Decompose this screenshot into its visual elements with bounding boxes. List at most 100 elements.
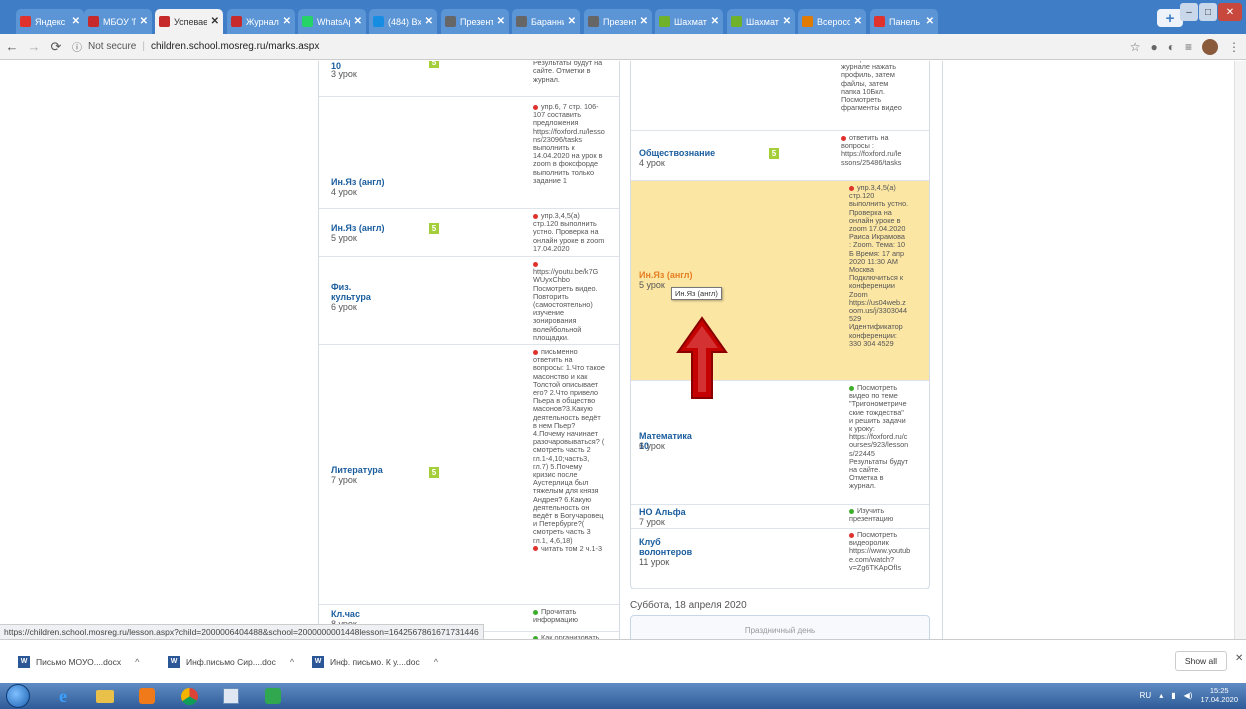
chevron-up-icon[interactable]: ^ <box>290 657 294 667</box>
close-window-button[interactable]: ✕ <box>1218 3 1242 21</box>
chevron-up-icon[interactable]: ^ <box>135 657 139 667</box>
reload-icon[interactable]: ⟳ <box>46 39 66 55</box>
back-icon[interactable]: ← <box>2 39 22 54</box>
homework-text[interactable]: электронном журнале нажать профиль, зате… <box>841 61 903 127</box>
chrome-icon[interactable] <box>172 685 206 707</box>
close-tab-icon[interactable]: ✕ <box>711 16 719 27</box>
ie-icon[interactable]: e <box>46 685 80 707</box>
homework-text[interactable]: письменно ответить на вопросы: 1.Что так… <box>533 348 605 604</box>
lesson-row[interactable]: Математика 103 урок5Фоксфорде. Результат… <box>319 61 619 97</box>
homework-text[interactable]: Посмотреть видео по теме "Тригонометриче… <box>849 384 909 504</box>
forward-icon[interactable]: → <box>24 39 44 54</box>
subject-link[interactable]: Литература <box>331 465 391 475</box>
homework-text[interactable]: https://youtu.be/k7GWUyxChbo Посмотреть … <box>533 260 605 344</box>
lesson-row[interactable]: Ин.Яз (англ) 5 урок 5 упр.3,4,5(a) стр.120 … <box>319 209 619 257</box>
browser-tab[interactable]: Яндекс ✕ <box>16 9 84 34</box>
download-item[interactable]: W Письмо МОУО....docx ^ <box>18 652 139 672</box>
close-tab-icon[interactable]: ✕ <box>568 16 576 27</box>
homework-text[interactable]: Изучить презентацию <box>849 507 919 529</box>
browser-tab[interactable]: WhatsApp ✕ <box>298 9 366 34</box>
close-icon[interactable]: ✕ <box>1235 653 1243 664</box>
browser-tab[interactable]: МБОУ 'Гимн ✕ <box>84 9 152 34</box>
lesson-row[interactable]: Физ. культура 6 урок https://youtu.be/k7GW… <box>319 257 619 345</box>
browser-tab[interactable]: Презентаци ✕ <box>441 9 509 34</box>
folder-icon[interactable] <box>88 685 122 707</box>
media-player-icon[interactable] <box>130 685 164 707</box>
subject-link[interactable]: Клуб волонтеров <box>639 537 699 557</box>
subject-link[interactable]: Обществознание <box>639 148 715 158</box>
lesson-row[interactable]: Литература 7 урок 5 письменно ответить на в… <box>319 345 619 605</box>
homework-text[interactable]: Фоксфорде. Результаты будут на сайте. От… <box>533 61 603 93</box>
homework-text[interactable]: Прочитать информацию <box>533 608 605 630</box>
language-indicator[interactable]: RU <box>1140 691 1152 700</box>
download-item[interactable]: W Инф. письмо. К у....doc ^ <box>312 652 438 672</box>
url-field[interactable]: ⓘ Not secure | children.school.mosreg.ru… <box>72 39 319 54</box>
bookmark-star-icon[interactable]: ☆ <box>1130 40 1141 54</box>
grade-badge[interactable]: 5 <box>769 148 779 159</box>
close-tab-icon[interactable]: ✕ <box>283 16 291 27</box>
close-tab-icon[interactable]: ✕ <box>211 16 219 27</box>
homework-text[interactable]: ответить на вопросы : https://foxford.ru… <box>841 134 903 180</box>
menu-lines-icon[interactable]: ≡ <box>1185 40 1192 54</box>
close-tab-icon[interactable]: ✕ <box>72 16 80 27</box>
network-icon[interactable]: ▮ <box>1171 691 1175 700</box>
browser-tab[interactable]: Успеваемос ✕ <box>155 9 223 34</box>
extension-icon[interactable]: ● <box>1150 40 1157 54</box>
homework-text[interactable]: упр.6, 7 стр. 106-107 составить предложе… <box>533 103 605 207</box>
browser-tab[interactable]: Шахматная ✕ <box>655 9 723 34</box>
clock[interactable]: 15:25 17.04.2020 <box>1200 686 1238 704</box>
browser-tab[interactable]: Презентаци ✕ <box>584 9 652 34</box>
homework-text[interactable]: упр.3,4,5(a) стр.120 выполнить устно. Пр… <box>849 184 909 380</box>
close-tab-icon[interactable]: ✕ <box>425 16 433 27</box>
flag-icon[interactable]: ▴ <box>1159 691 1163 700</box>
browser-tab[interactable]: Всероссийс ✕ <box>798 9 866 34</box>
saturday-date: Суббота, 18 апреля 2020 <box>630 600 747 611</box>
close-tab-icon[interactable]: ✕ <box>354 16 362 27</box>
grade-badge[interactable]: 5 <box>429 61 439 68</box>
subject-link[interactable]: Ин.Яз (англ) <box>331 177 391 187</box>
close-tab-icon[interactable]: ✕ <box>640 16 648 27</box>
chevron-up-icon[interactable]: ^ <box>434 657 438 667</box>
grade-badge[interactable]: 5 <box>429 467 439 478</box>
grade-badge[interactable]: 5 <box>429 223 439 234</box>
url-text[interactable]: children.school.mosreg.ru/marks.aspx <box>151 41 319 52</box>
subject-link[interactable]: Кл.час <box>331 609 391 619</box>
info-icon[interactable]: ⓘ <box>72 39 82 54</box>
profile-avatar[interactable] <box>1202 39 1218 55</box>
download-item[interactable]: W Инф.письмо Сир....doc ^ <box>168 652 294 672</box>
close-tab-icon[interactable]: ✕ <box>854 16 862 27</box>
maximize-button[interactable]: □ <box>1199 3 1217 21</box>
start-button[interactable] <box>6 684 30 708</box>
close-tab-icon[interactable]: ✕ <box>497 16 505 27</box>
close-tab-icon[interactable]: ✕ <box>926 16 934 27</box>
browser-tab[interactable]: Журналы - ✕ <box>227 9 295 34</box>
extension-icon[interactable]: ◐ <box>1168 40 1175 54</box>
homework-label: Изучить презентацию <box>849 507 894 524</box>
close-tab-icon[interactable]: ✕ <box>783 16 791 27</box>
browser-tab[interactable]: Шахматная ✕ <box>727 9 795 34</box>
kebab-menu-icon[interactable]: ⋮ <box>1228 40 1240 54</box>
subject-link[interactable]: Ин.Яз (англ) <box>331 223 391 233</box>
minimize-button[interactable]: – <box>1180 3 1198 21</box>
close-tab-icon[interactable]: ✕ <box>140 16 148 27</box>
app-icon[interactable] <box>256 685 290 707</box>
lesson-row[interactable]: электронном журнале нажать профиль, зате… <box>631 61 929 131</box>
volume-icon[interactable]: ◀) <box>1184 691 1193 700</box>
subject-link[interactable]: НО Альфа <box>639 507 699 517</box>
lesson-row[interactable]: НО Альфа 7 урок Изучить презентацию <box>631 505 929 529</box>
browser-tab[interactable]: Баранников ✕ <box>512 9 580 34</box>
lesson-row[interactable]: Обществознание 4 урок 5 ответить на вопросы… <box>631 131 929 181</box>
security-label: Not secure <box>88 41 137 52</box>
homework-text[interactable]: Посмотреть видеоролик https://www.youtub… <box>849 531 911 587</box>
page-scrollbar[interactable] <box>1234 61 1246 639</box>
show-all-button[interactable]: Show all <box>1175 651 1227 671</box>
subject-link[interactable]: Ин.Яз (англ) <box>639 270 699 280</box>
lesson-row[interactable]: Ин.Яз (англ) 4 урок упр.6, 7 стр. 106-107 … <box>319 97 619 209</box>
browser-tab[interactable]: Панель упр ✕ <box>870 9 938 34</box>
browser-tab[interactable]: (484) Входя ✕ <box>369 9 437 34</box>
tab-title: Журналы - <box>246 16 279 27</box>
app-icon[interactable] <box>214 685 248 707</box>
lesson-row[interactable]: Клуб волонтеров 11 урок Посмотреть видеоро… <box>631 529 929 589</box>
homework-text[interactable]: упр.3,4,5(a) стр.120 выполнить устно. Пр… <box>533 212 605 256</box>
subject-link[interactable]: Физ. культура <box>331 282 391 302</box>
